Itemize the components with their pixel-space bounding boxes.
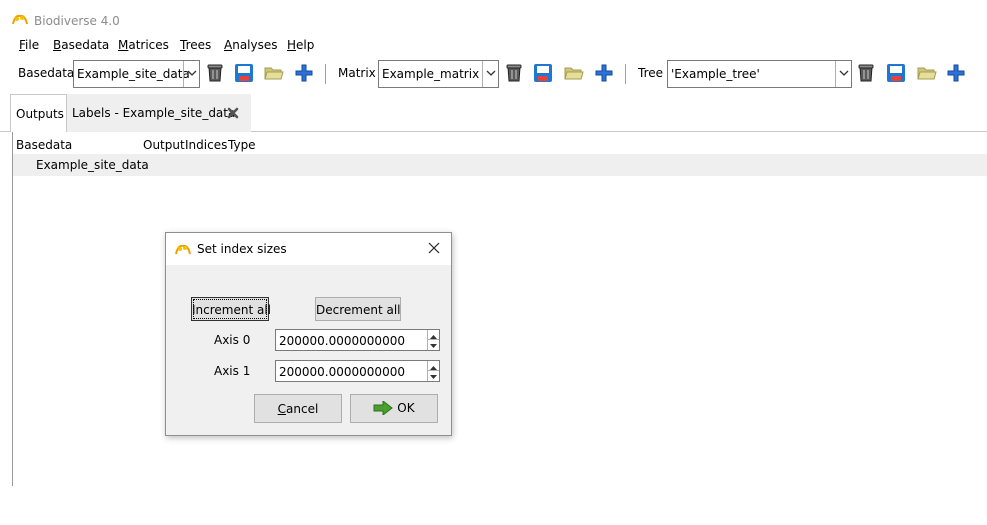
- basedata-combo[interactable]: Example_site_data: [73, 60, 200, 88]
- dialog-titlebar: Set index sizes: [166, 233, 451, 265]
- tree-label: Tree: [638, 66, 664, 80]
- menubar: File Basedata Matrices Trees Analyses He…: [0, 36, 987, 56]
- menu-analyses[interactable]: Analyses: [224, 38, 278, 52]
- table-cell-basedata: Example_site_data: [36, 158, 149, 172]
- panel-border: [12, 132, 13, 486]
- tree-combo-value: 'Example_tree': [671, 67, 760, 81]
- chevron-down-icon[interactable]: [835, 61, 851, 87]
- bin-icon[interactable]: [205, 63, 225, 83]
- column-header-indices[interactable]: Indices: [185, 138, 227, 152]
- tab-outputs[interactable]: Outputs: [10, 94, 67, 132]
- column-header-type[interactable]: Type: [228, 138, 256, 152]
- spin-arrows: [427, 330, 439, 350]
- add-icon[interactable]: [294, 63, 314, 83]
- menu-basedata[interactable]: Basedata: [53, 38, 109, 52]
- column-header-basedata[interactable]: Basedata: [16, 138, 72, 152]
- basedata-label: Basedata: [18, 66, 75, 80]
- matrix-label: Matrix: [338, 66, 376, 80]
- window-title: Biodiverse 4.0: [34, 14, 120, 28]
- spin-up-icon[interactable]: [428, 330, 439, 340]
- axis-0-label: Axis 0: [214, 333, 251, 347]
- menu-file[interactable]: File: [19, 38, 39, 52]
- save-icon[interactable]: [234, 63, 254, 83]
- tab-labels[interactable]: Labels - Example_site_data: [67, 94, 251, 132]
- chevron-down-icon[interactable]: [183, 61, 199, 87]
- toolbar-separator: [325, 64, 326, 84]
- cancel-button[interactable]: Cancel: [254, 394, 342, 423]
- bin-icon[interactable]: [856, 63, 876, 83]
- increment-all-label: Increment all: [192, 303, 272, 317]
- biodiverse-app-icon: [175, 244, 191, 255]
- window-titlebar: Biodiverse 4.0: [0, 0, 987, 32]
- column-header-output[interactable]: Output: [143, 138, 185, 152]
- tab-labels-label: Labels - Example_site_data: [72, 106, 236, 120]
- matrix-combo[interactable]: Example_matrix: [378, 60, 499, 88]
- decrement-all-button[interactable]: Decrement all: [315, 297, 401, 321]
- arrow-right-icon: [373, 399, 394, 417]
- save-icon[interactable]: [533, 63, 553, 83]
- open-folder-icon[interactable]: [564, 63, 584, 83]
- toolbar: Basedata Example_site_data Matrix Exampl…: [0, 60, 987, 90]
- open-folder-icon[interactable]: [264, 63, 284, 83]
- increment-all-button[interactable]: Increment all: [191, 297, 272, 321]
- ok-label: OK: [373, 399, 415, 417]
- add-icon[interactable]: [594, 63, 614, 83]
- spin-arrows: [427, 361, 439, 381]
- matrix-combo-value: Example_matrix: [382, 67, 480, 81]
- add-icon[interactable]: [946, 63, 966, 83]
- biodiverse-app-icon: [12, 14, 28, 25]
- tab-bar: Outputs Labels - Example_site_data: [0, 94, 987, 132]
- close-icon[interactable]: [227, 107, 239, 119]
- axis-1-label: Axis 1: [214, 364, 251, 378]
- axis-1-spinbox[interactable]: 200000.0000000000: [275, 360, 440, 382]
- chevron-down-icon[interactable]: [482, 61, 498, 87]
- axis-0-value: 200000.0000000000: [279, 334, 405, 348]
- spin-down-icon[interactable]: [428, 371, 439, 381]
- table-row[interactable]: Example_site_data: [13, 154, 987, 176]
- ok-button[interactable]: OK: [350, 394, 438, 423]
- axis-1-value: 200000.0000000000: [279, 365, 405, 379]
- cancel-label: Cancel: [277, 402, 319, 416]
- spin-down-icon[interactable]: [428, 340, 439, 350]
- menu-matrices[interactable]: Matrices: [118, 38, 169, 52]
- close-icon[interactable]: [426, 239, 442, 257]
- set-index-sizes-dialog: Set index sizes Increment all Decrement …: [165, 232, 452, 436]
- decrement-all-label: Decrement all: [316, 303, 401, 317]
- save-icon[interactable]: [886, 63, 906, 83]
- menu-help[interactable]: Help: [287, 38, 314, 52]
- basedata-combo-value: Example_site_data: [77, 67, 190, 81]
- tree-combo[interactable]: 'Example_tree': [667, 60, 852, 88]
- bin-icon[interactable]: [504, 63, 524, 83]
- toolbar-separator: [625, 64, 626, 84]
- tab-outputs-label: Outputs: [16, 107, 64, 121]
- dialog-title: Set index sizes: [197, 242, 287, 256]
- outputs-table-header: Basedata Output Indices Type: [13, 136, 987, 154]
- axis-0-spinbox[interactable]: 200000.0000000000: [275, 329, 440, 351]
- open-folder-icon[interactable]: [917, 63, 937, 83]
- spin-up-icon[interactable]: [428, 361, 439, 371]
- menu-trees[interactable]: Trees: [180, 38, 211, 52]
